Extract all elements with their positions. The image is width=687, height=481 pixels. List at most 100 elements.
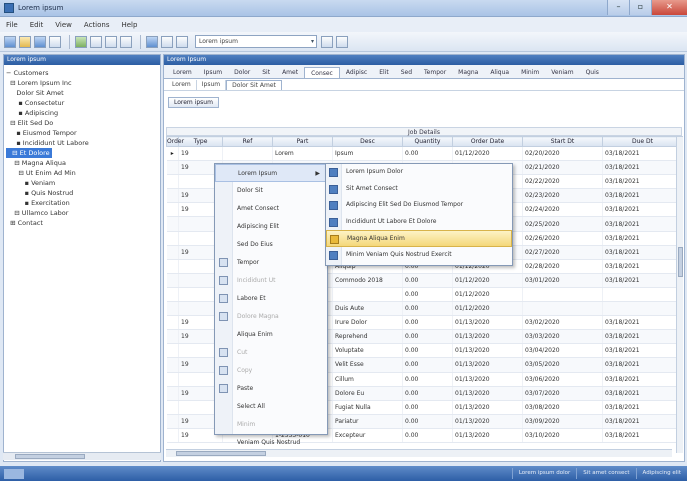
context-menu-item[interactable]: Select All: [215, 398, 327, 416]
context-menu-item[interactable]: Lorem Ipsum ▶: [215, 164, 327, 182]
submenu-item[interactable]: Sit Amet Consect: [326, 181, 512, 198]
context-menu-item-label: Tempor: [237, 259, 260, 266]
tab-5[interactable]: Consec: [304, 67, 340, 78]
tree-node[interactable]: − Customers: [6, 68, 158, 78]
menu-edit[interactable]: Edit: [30, 21, 44, 29]
context-menu-item[interactable]: Incididunt Ut: [215, 272, 327, 290]
toolbar: Lorem ipsum: [0, 32, 687, 52]
column-header[interactable]: Ref: [222, 136, 273, 147]
column-header[interactable]: Type: [178, 136, 223, 147]
column-header[interactable]: Order: [166, 136, 184, 147]
tree-node[interactable]: ▪ Eiusmod Tempor: [6, 128, 158, 138]
tree-node[interactable]: ⊟ Elit Sed Do: [6, 118, 158, 128]
column-header[interactable]: Order Date: [452, 136, 523, 147]
back-icon[interactable]: [161, 35, 173, 48]
tab-11[interactable]: Aliqua: [484, 67, 515, 78]
table-row[interactable]: ▸ 19 Lorem Ipsum 0.00 01/12/2020 02/20/2020 03/…: [166, 146, 683, 162]
table-cell: 03/02/2020: [522, 315, 603, 331]
subtab-0[interactable]: Lorem: [167, 80, 197, 90]
submenu-item[interactable]: Minim Veniam Quis Nostrud Exercit: [326, 247, 512, 264]
maximize-button[interactable]: ▫: [629, 0, 651, 15]
print-icon[interactable]: [49, 35, 61, 48]
filter-icon[interactable]: [146, 35, 158, 48]
go-icon[interactable]: [321, 35, 333, 48]
column-header[interactable]: Start Dt: [522, 136, 603, 147]
column-header[interactable]: Due Dt: [602, 136, 683, 147]
menu-actions[interactable]: Actions: [84, 21, 110, 29]
tree-node[interactable]: ▪ Consectetur: [6, 98, 158, 108]
tab-14[interactable]: Quis: [580, 67, 605, 78]
table-cell: [166, 216, 179, 232]
help-icon[interactable]: [336, 35, 348, 48]
context-menu-item[interactable]: Minim: [215, 416, 327, 434]
column-header[interactable]: Desc: [332, 136, 403, 147]
column-header[interactable]: Part: [272, 136, 333, 147]
toolbar-combo[interactable]: Lorem ipsum: [195, 35, 317, 48]
tree-node[interactable]: Dolor Sit Amet: [6, 88, 158, 98]
action-button[interactable]: Lorem ipsum: [168, 97, 219, 108]
tab-8[interactable]: Sed: [395, 67, 418, 78]
menu-help[interactable]: Help: [121, 21, 137, 29]
tab-12[interactable]: Minim: [515, 67, 545, 78]
close-button[interactable]: ✕: [651, 0, 687, 15]
subtab-1[interactable]: Ipsum: [197, 80, 227, 90]
tree-node[interactable]: ⊟ Magna Aliqua: [6, 158, 158, 168]
refresh-icon[interactable]: [75, 35, 87, 48]
context-menu-item[interactable]: Aliqua Enim: [215, 326, 327, 344]
submenu-item[interactable]: Adipiscing Elit Sed Do Eiusmod Tempor: [326, 197, 512, 214]
tree-node[interactable]: ▪ Quis Nostrud: [6, 188, 158, 198]
context-menu-item[interactable]: Adipiscing Elit: [215, 218, 327, 236]
context-menu-item[interactable]: Paste: [215, 380, 327, 398]
tab-7[interactable]: Elit: [373, 67, 394, 78]
menu-file[interactable]: File: [6, 21, 18, 29]
paste-icon[interactable]: [120, 35, 132, 48]
menu-view[interactable]: View: [55, 21, 72, 29]
context-menu-item[interactable]: Tempor: [215, 254, 327, 272]
context-menu-item[interactable]: Labore Et: [215, 290, 327, 308]
submenu-item[interactable]: Lorem Ipsum Dolor: [326, 164, 512, 181]
context-menu-item[interactable]: Veniam Quis Nostrud: [215, 434, 327, 452]
table-cell: 02/23/2020: [522, 188, 603, 204]
minimize-button[interactable]: –: [607, 0, 629, 15]
tab-6[interactable]: Adipisc: [340, 67, 373, 78]
tree-horizontal-scrollbar[interactable]: [3, 452, 161, 460]
tree-node[interactable]: ▪ Veniam: [6, 178, 158, 188]
cut-icon[interactable]: [90, 35, 102, 48]
table-cell: 03/07/2020: [522, 386, 603, 401]
tree-node[interactable]: ⊟ Ut Enim Ad Min: [6, 168, 158, 178]
context-menu-item[interactable]: Copy: [215, 362, 327, 380]
tree-node[interactable]: ⊟ Ullamco Labor: [6, 208, 158, 218]
tab-13[interactable]: Veniam: [545, 67, 579, 78]
context-menu-item[interactable]: Amet Consect: [215, 200, 327, 218]
tab-0[interactable]: Lorem: [167, 67, 198, 78]
forward-icon[interactable]: [176, 35, 188, 48]
context-menu-item-label: Sed Do Eius: [237, 241, 273, 248]
open-icon[interactable]: [19, 35, 31, 48]
save-icon[interactable]: [34, 35, 46, 48]
context-menu-item[interactable]: Dolore Magna: [215, 308, 327, 326]
copy-icon[interactable]: [105, 35, 117, 48]
context-menu-item[interactable]: Cut: [215, 344, 327, 362]
tree-node[interactable]: ⊞ Contact: [6, 218, 158, 228]
submenu-item[interactable]: Magna Aliqua Enim: [326, 230, 512, 247]
new-icon[interactable]: [4, 35, 16, 48]
context-menu-item[interactable]: Sed Do Eius: [215, 236, 327, 254]
context-menu-item[interactable]: Dolor Sit: [215, 182, 327, 200]
tab-2[interactable]: Dolor: [228, 67, 256, 78]
table-cell: 03/18/2021: [602, 160, 683, 176]
tab-3[interactable]: Sit: [256, 67, 276, 78]
tab-9[interactable]: Tempor: [418, 67, 452, 78]
tree-node[interactable]: ⊟ Lorem Ipsum Inc: [6, 78, 158, 88]
table-cell: 01/13/2020: [452, 315, 523, 331]
subtab-2[interactable]: Dolor Sit Amet: [226, 80, 282, 90]
tab-4[interactable]: Amet: [276, 67, 304, 78]
tree-node[interactable]: ⊟ Et Dolore: [6, 148, 158, 158]
tree-node[interactable]: ▪ Incididunt Ut Labore: [6, 138, 158, 148]
tab-1[interactable]: Ipsum: [198, 67, 228, 78]
submenu-item[interactable]: Incididunt Ut Labore Et Dolore: [326, 214, 512, 231]
tree-node[interactable]: ▪ Adipiscing: [6, 108, 158, 118]
tab-10[interactable]: Magna: [452, 67, 484, 78]
column-header[interactable]: Quantity: [402, 136, 453, 147]
tree-node[interactable]: ▪ Exercitation: [6, 198, 158, 208]
grid-vertical-scrollbar[interactable]: [676, 137, 683, 453]
